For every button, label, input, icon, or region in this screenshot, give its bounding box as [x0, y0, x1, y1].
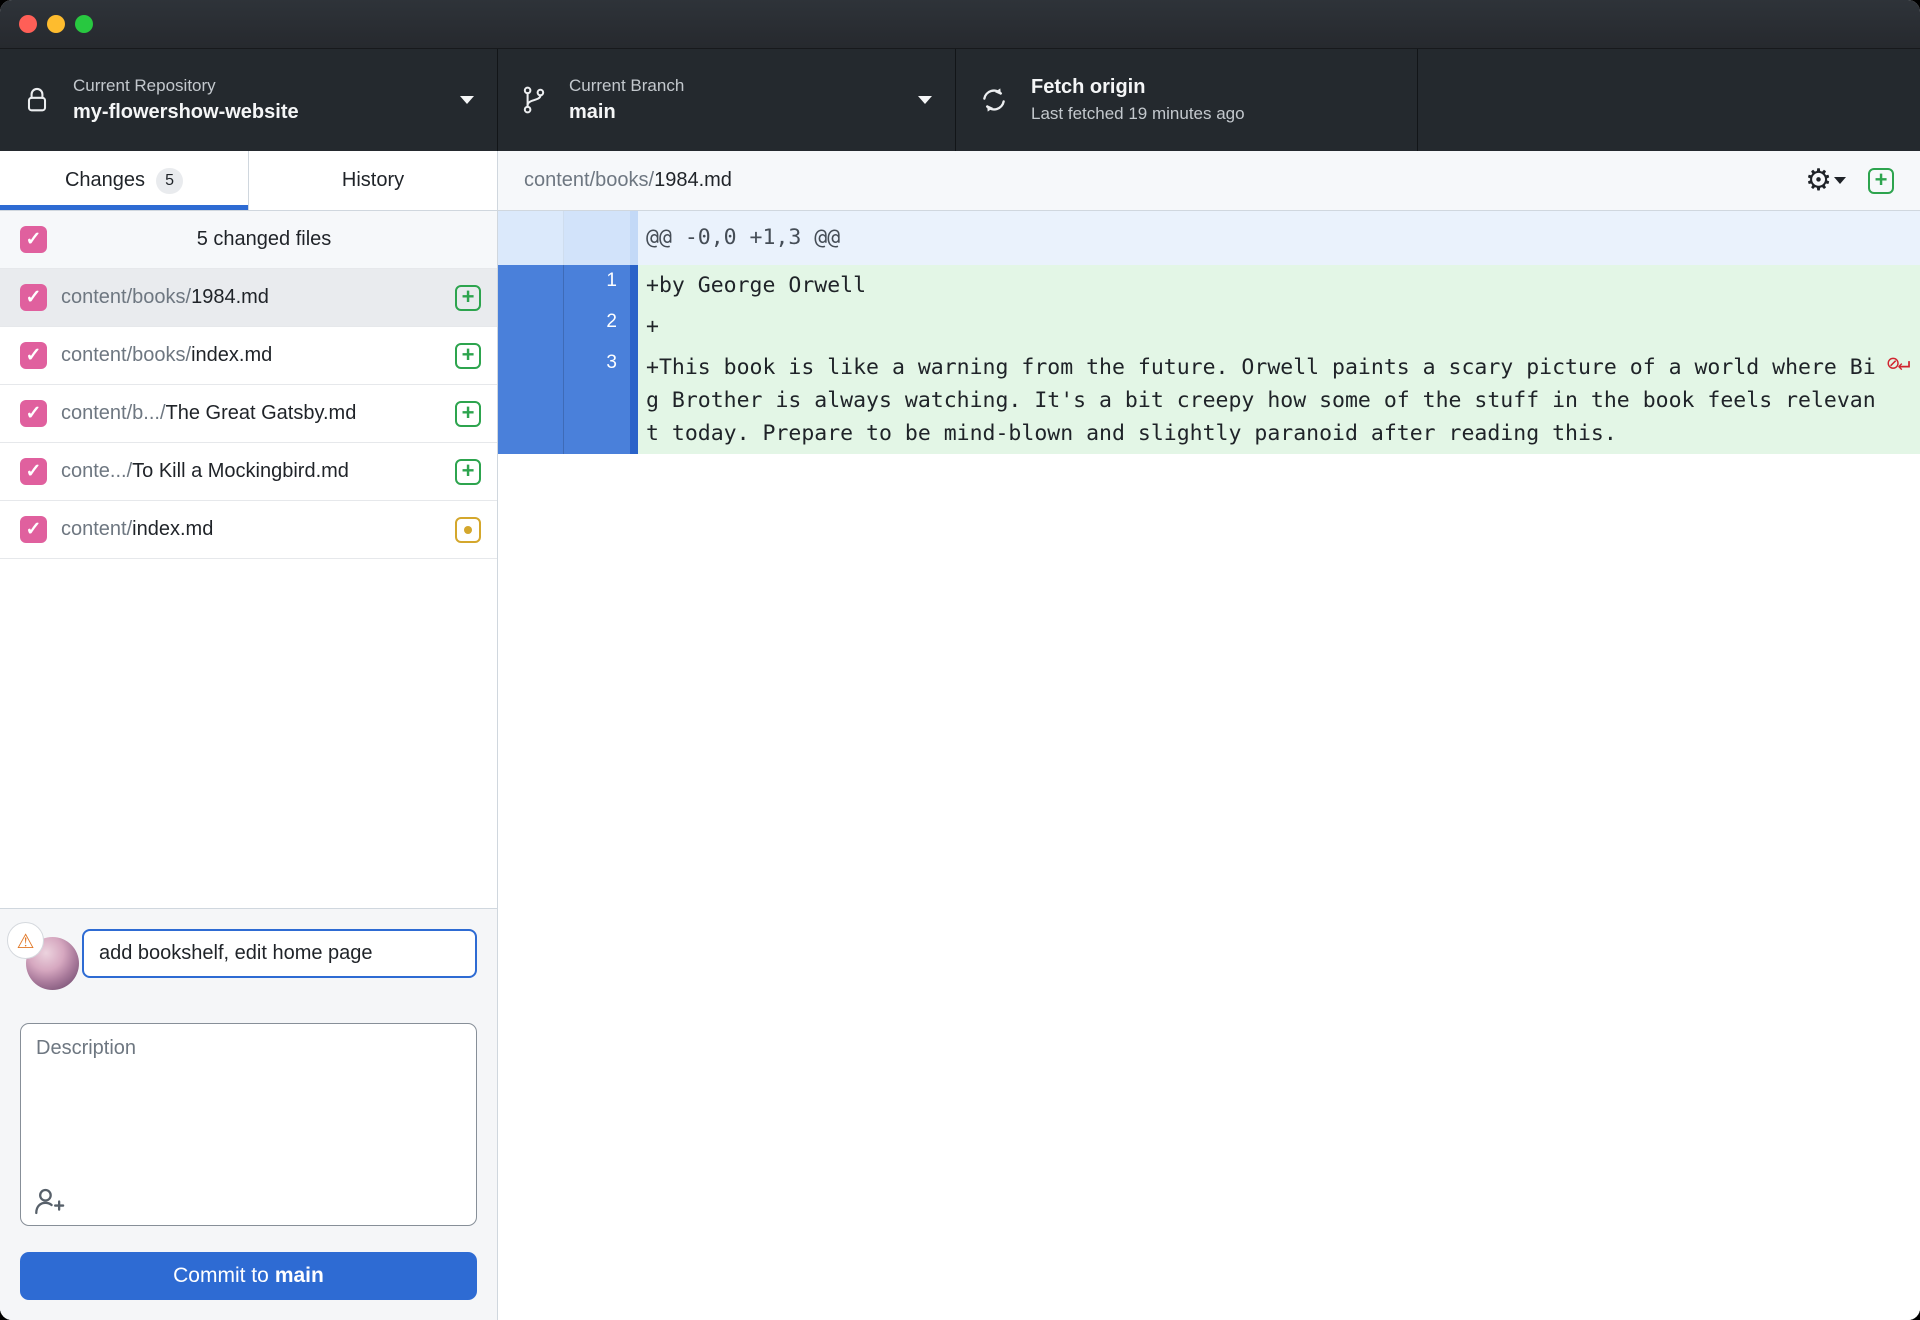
fetch-subtitle: Last fetched 19 minutes ago — [1031, 104, 1245, 124]
branch-label: Current Branch — [569, 76, 685, 96]
select-all-checkbox[interactable]: ✓ — [20, 226, 47, 253]
sidebar-tabs: Changes 5 History — [0, 151, 497, 211]
file-row[interactable]: ✓ content/books/index.md — [0, 327, 497, 385]
file-checkbox[interactable]: ✓ — [20, 284, 47, 311]
file-checkbox[interactable]: ✓ — [20, 400, 47, 427]
titlebar — [0, 0, 1920, 49]
old-line-gutter — [498, 265, 564, 306]
file-name: conte.../To Kill a Mockingbird.md — [61, 460, 349, 482]
added-line-marker — [630, 347, 638, 454]
new-line-number: 1 — [564, 265, 630, 306]
add-coauthor-button[interactable] — [34, 1187, 66, 1215]
traffic-lights — [19, 15, 93, 33]
file-name: content/books/index.md — [61, 344, 273, 366]
file-checkbox[interactable]: ✓ — [20, 342, 47, 369]
chevron-down-icon — [918, 96, 932, 104]
diff-line-text: +This book is like a warning from the fu… — [646, 355, 1876, 446]
changes-count-badge: 5 — [156, 167, 184, 194]
file-status-icon — [455, 458, 481, 485]
file-status-icon — [455, 400, 481, 427]
lock-icon — [24, 85, 50, 115]
diff-line[interactable]: 2 + — [498, 306, 1920, 347]
file-row[interactable]: ✓ content/b.../The Great Gatsby.md — [0, 385, 497, 443]
repository-name: my-flowershow-website — [73, 100, 299, 123]
diff-file-path: content/books/1984.md — [524, 169, 732, 191]
added-line-marker — [630, 265, 638, 306]
changed-files-list: ✓ 5 changed files ✓ content/books/1984.m… — [0, 211, 497, 908]
file-status-icon — [455, 342, 481, 369]
diff-line[interactable]: 1 +by George Orwell — [498, 265, 1920, 306]
warning-triangle-icon: ⚠ — [16, 928, 35, 953]
no-newline-icon: ⊘↵ — [1875, 351, 1911, 376]
repository-label: Current Repository — [73, 76, 216, 96]
file-status-icon — [455, 284, 481, 311]
gear-icon: ⚙ — [1805, 162, 1832, 198]
tab-history-label: History — [341, 169, 405, 191]
diff-options-button[interactable]: ⚙ — [1805, 162, 1854, 198]
fetch-title: Fetch origin — [1031, 76, 1146, 99]
file-name: content/b.../The Great Gatsby.md — [61, 402, 357, 424]
file-status-icon — [455, 516, 481, 543]
file-checkbox[interactable]: ✓ — [20, 458, 47, 485]
minimize-button[interactable] — [47, 15, 65, 33]
sync-icon — [980, 86, 1008, 114]
diff-view: @@ -0,0 +1,3 @@ 1 +by George Orwell 2 + … — [498, 211, 1920, 1320]
new-line-number: 2 — [564, 306, 630, 347]
chevron-down-icon — [1834, 177, 1846, 184]
commit-summary-input[interactable] — [82, 929, 477, 978]
person-add-icon — [35, 1188, 65, 1215]
chevron-down-icon — [460, 96, 474, 104]
file-row[interactable]: ✓ content/index.md — [0, 501, 497, 559]
tab-history[interactable]: History — [248, 151, 497, 210]
tab-changes-label: Changes — [64, 169, 146, 191]
changed-files-count: 5 changed files — [196, 228, 332, 250]
file-row[interactable]: ✓ content/books/1984.md — [0, 269, 497, 327]
close-button[interactable] — [19, 15, 37, 33]
old-line-gutter — [498, 347, 564, 454]
commit-warning-badge[interactable]: ⚠ — [7, 922, 44, 959]
commit-description-box — [20, 1023, 477, 1226]
diff-panel: content/books/1984.md ⚙ @@ -0,0 +1,3 @@ — [498, 151, 1920, 1320]
branch-name: main — [569, 100, 616, 123]
fetch-origin-button[interactable]: Fetch origin Last fetched 19 minutes ago — [956, 49, 1418, 151]
file-checkbox[interactable]: ✓ — [20, 516, 47, 543]
old-line-gutter — [498, 306, 564, 347]
zoom-button[interactable] — [75, 15, 93, 33]
changed-files-header: ✓ 5 changed files — [0, 211, 497, 269]
diff-hunk-header[interactable]: @@ -0,0 +1,3 @@ — [498, 211, 1920, 265]
file-name: content/index.md — [61, 518, 214, 540]
commit-button-label: Commit to — [173, 1264, 269, 1287]
file-name: content/books/1984.md — [61, 286, 269, 308]
commit-button-branch: main — [274, 1264, 324, 1287]
diff-line-text: + — [646, 314, 659, 339]
tab-changes[interactable]: Changes 5 — [0, 151, 248, 210]
added-line-marker — [630, 306, 638, 347]
toolbar: Current Repository my-flowershow-website… — [0, 49, 1920, 151]
file-row[interactable]: ✓ conte.../To Kill a Mockingbird.md — [0, 443, 497, 501]
diff-line-text: +by George Orwell — [646, 273, 867, 298]
current-branch-button[interactable]: Current Branch main — [498, 49, 956, 151]
commit-button[interactable]: Commit to main — [20, 1252, 477, 1300]
hunk-header-text: @@ -0,0 +1,3 @@ — [646, 225, 841, 250]
current-repository-button[interactable]: Current Repository my-flowershow-website — [0, 49, 498, 151]
new-line-number: 3 — [564, 347, 630, 454]
git-branch-icon — [522, 84, 546, 116]
diff-line[interactable]: 3 +This book is like a warning from the … — [498, 347, 1920, 454]
sidebar: Changes 5 History ✓ 5 changed files ✓ co… — [0, 151, 498, 1320]
expand-diff-button[interactable] — [1868, 167, 1894, 194]
app-window: Current Repository my-flowershow-website… — [0, 0, 1920, 1320]
diff-file-header: content/books/1984.md ⚙ — [498, 151, 1920, 211]
commit-description-input[interactable] — [21, 1024, 476, 1184]
commit-form: ⚠ add bookshelf, edit home page Descript… — [0, 908, 497, 1320]
